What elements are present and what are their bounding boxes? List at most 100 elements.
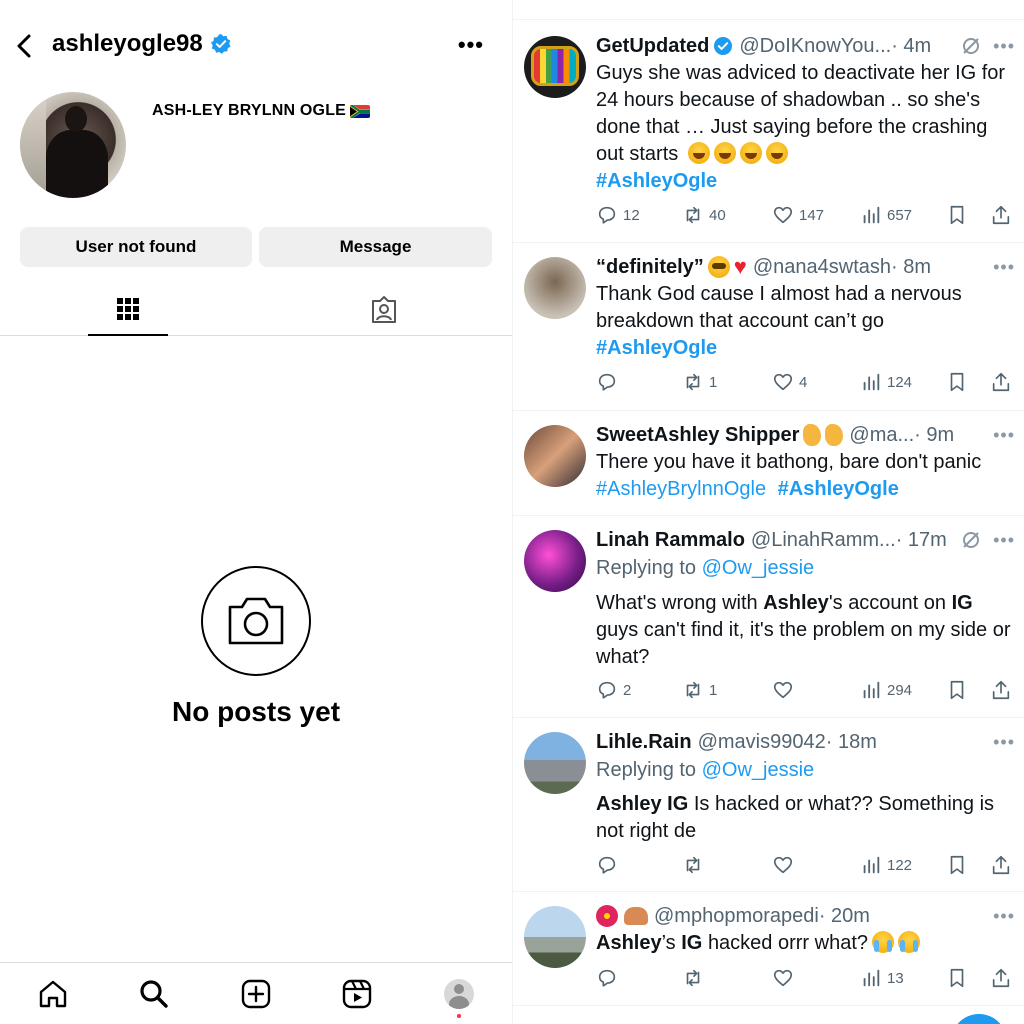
tweet-author-name[interactable]: SweetAshley Shipper bbox=[596, 424, 799, 447]
tweet-item[interactable]: Linah Rammalo @LinahRamm... · 17m ••• Re… bbox=[513, 516, 1024, 718]
user-not-found-button[interactable]: User not found bbox=[20, 227, 252, 267]
share-button[interactable] bbox=[990, 203, 1012, 227]
replying-to-label: Replying to bbox=[596, 759, 697, 781]
tweet-avatar[interactable] bbox=[524, 906, 586, 968]
repost-button[interactable]: 40 bbox=[682, 203, 726, 227]
hashtag-link[interactable]: #AshleyOgle bbox=[596, 337, 717, 359]
reply-button[interactable] bbox=[596, 370, 618, 394]
reply-button[interactable] bbox=[596, 853, 618, 877]
tweet-more-icon[interactable]: ••• bbox=[993, 530, 1015, 551]
tweet-author-handle[interactable]: @ma... bbox=[849, 424, 914, 447]
tweet-more-icon[interactable]: ••• bbox=[993, 36, 1015, 57]
bookmark-button[interactable] bbox=[946, 370, 968, 394]
tweet-author-name[interactable]: Linah Rammalo bbox=[596, 529, 745, 552]
share-button[interactable] bbox=[990, 678, 1012, 702]
share-button[interactable] bbox=[990, 370, 1012, 394]
tweet-avatar[interactable] bbox=[524, 257, 586, 319]
repost-button[interactable] bbox=[682, 853, 704, 877]
tweet-more-icon[interactable]: ••• bbox=[993, 906, 1015, 927]
views-chart-icon bbox=[863, 206, 880, 224]
replying-to-handle[interactable]: @Ow_jessie bbox=[702, 557, 815, 579]
profile-avatar[interactable] bbox=[20, 92, 126, 198]
like-button[interactable] bbox=[772, 966, 794, 990]
tweet-more-icon[interactable]: ••• bbox=[993, 425, 1015, 446]
views-button[interactable]: 13 bbox=[860, 966, 904, 990]
tweet-avatar[interactable] bbox=[524, 732, 586, 794]
profile-nav-avatar[interactable] bbox=[442, 977, 476, 1011]
tweet-time[interactable]: · 17m bbox=[896, 529, 947, 552]
tweet-more-icon[interactable]: ••• bbox=[993, 257, 1015, 278]
repost-icon bbox=[686, 681, 700, 699]
bookmark-button[interactable] bbox=[946, 678, 968, 702]
tab-posts-grid[interactable] bbox=[88, 284, 168, 336]
tweet-actions: 2 1 294 bbox=[596, 678, 1015, 702]
tweet-text-bold: Ashley bbox=[763, 592, 829, 614]
tweet-author-name[interactable]: Lihle.Rain bbox=[596, 731, 692, 754]
hashtag-link[interactable]: #AshleyOgle bbox=[778, 478, 899, 500]
tweet-time[interactable]: · 9m bbox=[914, 424, 954, 447]
reply-button[interactable]: 2 bbox=[596, 678, 631, 702]
more-options-icon[interactable]: ••• bbox=[458, 32, 484, 58]
repost-button[interactable] bbox=[682, 966, 704, 990]
grok-icon[interactable] bbox=[961, 36, 981, 56]
tweet-item[interactable]: Lihle.Rain @mavis99042 · 18m ••• Replyin… bbox=[513, 718, 1024, 892]
repost-icon bbox=[686, 969, 700, 987]
bookmark-button[interactable] bbox=[946, 853, 968, 877]
compose-post-button[interactable] bbox=[951, 1014, 1007, 1024]
repost-button[interactable]: 1 bbox=[682, 678, 717, 702]
repost-button[interactable]: 1 bbox=[682, 370, 717, 394]
tweet-item[interactable]: @mphopmorapedi · 20m ••• Ashley’s IG hac… bbox=[513, 892, 1024, 1006]
tweet-item[interactable]: “definitely” ♥ @nana4swtash · 8m ••• Tha… bbox=[513, 243, 1024, 411]
views-button[interactable]: 294 bbox=[860, 678, 912, 702]
tweet-author-handle[interactable]: @mphopmorapedi bbox=[654, 905, 819, 928]
like-button[interactable]: 147 bbox=[772, 203, 824, 227]
verified-badge-icon bbox=[714, 37, 733, 55]
like-count: 4 bbox=[799, 373, 808, 391]
tweet-text-bold: Ashley bbox=[596, 793, 662, 815]
tweet-author-handle[interactable]: @DoIKnowYou... bbox=[739, 35, 891, 58]
reply-button[interactable]: 12 bbox=[596, 203, 640, 227]
create-post-icon[interactable] bbox=[239, 977, 273, 1011]
back-arrow-icon[interactable] bbox=[12, 30, 36, 62]
views-count: 124 bbox=[887, 373, 913, 391]
reels-icon[interactable] bbox=[340, 977, 374, 1011]
tweet-author-handle[interactable]: @nana4swtash bbox=[753, 256, 891, 279]
hashtag-link[interactable]: #AshleyOgle bbox=[596, 170, 717, 192]
views-button[interactable]: 122 bbox=[860, 853, 912, 877]
tweet-time[interactable]: · 4m bbox=[891, 35, 931, 58]
bookmark-button[interactable] bbox=[946, 966, 968, 990]
tweet-time[interactable]: · 8m bbox=[891, 256, 931, 279]
share-button[interactable] bbox=[990, 853, 1012, 877]
tweet-avatar[interactable] bbox=[524, 530, 586, 592]
grok-icon[interactable] bbox=[961, 530, 981, 550]
views-button[interactable]: 124 bbox=[860, 370, 912, 394]
tweet-time[interactable]: · 18m bbox=[826, 731, 877, 754]
bookmark-button[interactable] bbox=[946, 203, 968, 227]
reply-button[interactable] bbox=[596, 966, 618, 990]
home-icon[interactable] bbox=[36, 977, 70, 1011]
bookmark-icon bbox=[950, 855, 964, 875]
like-button[interactable] bbox=[772, 678, 794, 702]
like-button[interactable]: 4 bbox=[772, 370, 807, 394]
tweet-item[interactable]: SweetAshley Shipper @ma... · 9m ••• Ther… bbox=[513, 411, 1024, 516]
message-button[interactable]: Message bbox=[259, 227, 492, 267]
tweet-author-handle[interactable]: @LinahRamm... bbox=[751, 529, 896, 552]
crying-emoji-icon bbox=[898, 931, 921, 953]
reply-icon bbox=[598, 969, 616, 987]
tweet-text-bold: IG bbox=[667, 793, 689, 815]
tweet-author-handle[interactable]: @mavis99042 bbox=[698, 731, 826, 754]
share-button[interactable] bbox=[990, 966, 1012, 990]
views-button[interactable]: 657 bbox=[860, 203, 912, 227]
search-icon[interactable] bbox=[137, 977, 171, 1011]
tab-tagged[interactable] bbox=[344, 284, 424, 336]
tweet-item[interactable]: GetUpdated @DoIKnowYou... · 4m ••• Guys … bbox=[513, 22, 1024, 243]
replying-to-handle[interactable]: @Ow_jessie bbox=[702, 759, 815, 781]
tweet-avatar[interactable] bbox=[524, 425, 586, 487]
tweet-avatar[interactable] bbox=[524, 36, 586, 98]
like-button[interactable] bbox=[772, 853, 794, 877]
tweet-author-name[interactable]: GetUpdated bbox=[596, 35, 709, 58]
tweet-more-icon[interactable]: ••• bbox=[993, 732, 1015, 753]
tweet-author-name[interactable]: “definitely” bbox=[596, 256, 704, 279]
hashtag-link[interactable]: #AshleyBrylnnOgle bbox=[596, 478, 766, 500]
tweet-time[interactable]: · 20m bbox=[819, 905, 870, 928]
